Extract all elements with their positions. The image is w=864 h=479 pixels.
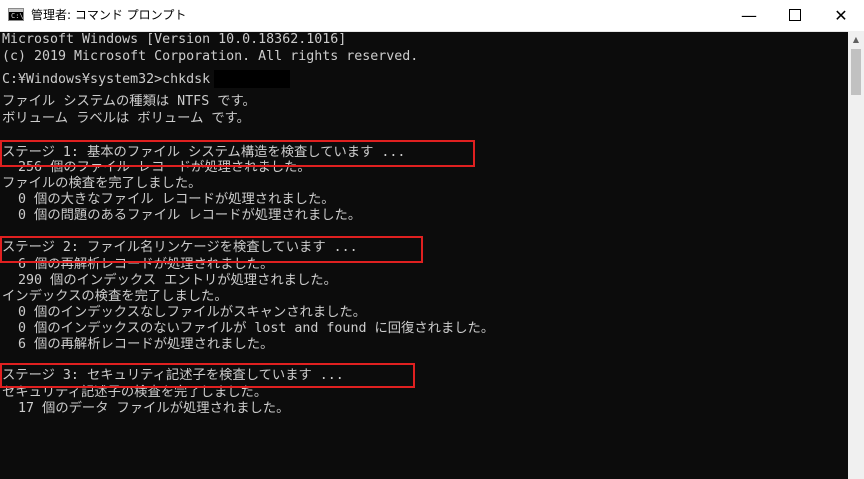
redacted-area <box>214 70 290 88</box>
console-line: 17 個のデータ ファイルが処理されました。 <box>2 401 290 416</box>
window-title: 管理者: コマンド プロンプト <box>31 8 187 22</box>
console-line: 290 個のインデックス エントリが処理されました。 <box>2 273 337 288</box>
console-line: 0 個のインデックスなしファイルがスキャンされました。 <box>2 305 367 320</box>
cmd-icon-label: C:\ <box>11 12 24 20</box>
maximize-button[interactable] <box>772 0 818 31</box>
stage-1-highlight-box <box>0 140 475 167</box>
console-line: 6 個の再解析レコードが処理されました。 <box>2 337 274 352</box>
console-line: ファイル システムの種類は NTFS です。 <box>2 94 256 109</box>
scroll-up-arrow-icon[interactable]: ▲ <box>848 31 864 48</box>
scrollbar-thumb[interactable] <box>851 49 861 95</box>
console-line: 0 個の大きなファイル レコードが処理されました。 <box>2 192 335 207</box>
title-bar[interactable]: C:\ 管理者: コマンド プロンプト — ✕ <box>0 0 864 32</box>
console-line: インデックスの検査を完了しました。 <box>2 289 228 304</box>
minimize-button[interactable]: — <box>726 0 772 31</box>
stage-2-highlight-box <box>0 236 423 263</box>
maximize-icon <box>789 9 801 21</box>
console-line: ファイルの検査を完了しました。 <box>2 176 202 191</box>
command-line: C:¥Windows¥system32>chkdsk <box>2 72 211 87</box>
console-line: Microsoft Windows [Version 10.0.18362.10… <box>2 32 347 47</box>
close-button[interactable]: ✕ <box>818 0 864 31</box>
command-prompt-window: C:\ 管理者: コマンド プロンプト — ✕ Microsoft Window… <box>0 0 864 479</box>
console-line: 0 個のインデックスのないファイルが lost and found に回復されま… <box>2 321 495 336</box>
console-line: 0 個の問題のあるファイル レコードが処理されました。 <box>2 208 362 223</box>
console-output[interactable]: Microsoft Windows [Version 10.0.18362.10… <box>0 31 848 479</box>
console-line: ボリューム ラベルは ボリューム です。 <box>2 111 250 126</box>
console-line: (c) 2019 Microsoft Corporation. All righ… <box>2 49 419 64</box>
stage-3-highlight-box <box>0 363 415 388</box>
vertical-scrollbar[interactable]: ▲ <box>848 31 864 479</box>
cmd-app-icon[interactable]: C:\ <box>8 8 24 21</box>
